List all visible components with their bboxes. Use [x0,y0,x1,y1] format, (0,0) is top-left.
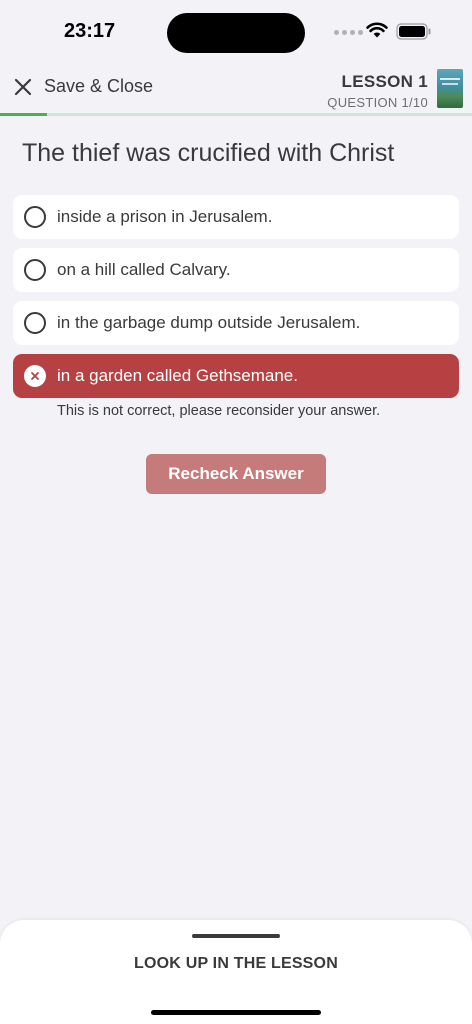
answer-options: inside a prison in Jerusalem. on a hill … [13,195,459,407]
answer-option-label: in the garbage dump outside Jerusalem. [57,313,361,332]
quiz-screen: 23:17 Save & Close LESSON 1 QUESTION 1/1… [0,0,472,1024]
save-and-close-button[interactable]: Save & Close [14,76,153,97]
quiz-header: Save & Close LESSON 1 QUESTION 1/10 [0,62,472,114]
quiz-progress-bar [0,113,472,116]
quiz-progress-fill [0,113,48,116]
lesson-title: LESSON 1 [341,72,428,91]
look-up-lesson-label: LOOK UP IN THE LESSON [134,955,338,972]
question-text: The thief was crucified with Christ [22,139,395,167]
status-bar: 23:17 [0,0,472,62]
home-indicator [151,1010,321,1015]
close-icon [14,78,32,95]
recheck-answer-button[interactable]: Recheck Answer [146,454,326,494]
lesson-info: LESSON 1 QUESTION 1/10 [327,72,428,110]
answer-option-incorrect[interactable]: in a garden called Gethsemane. [13,354,459,398]
radio-button[interactable] [24,206,46,228]
question-counter: QUESTION 1/10 [327,95,428,110]
save-and-close-label: Save & Close [44,76,154,96]
radio-button[interactable] [24,312,46,334]
answer-option-label: on a hill called Calvary. [57,260,231,279]
answer-option[interactable]: in the garbage dump outside Jerusalem. [13,301,459,345]
radio-button[interactable] [24,259,46,281]
incorrect-x-icon [24,365,46,387]
answer-option[interactable]: inside a prison in Jerusalem. [13,195,459,239]
lesson-cover-thumbnail [437,69,463,108]
dynamic-island [167,13,305,53]
status-time: 23:17 [64,20,116,42]
answer-option-label: in a garden called Gethsemane. [57,366,298,385]
answer-option[interactable]: on a hill called Calvary. [13,248,459,292]
feedback-message: This is not correct, please reconsider y… [57,403,381,419]
look-up-lesson-sheet[interactable]: LOOK UP IN THE LESSON [0,920,472,1024]
wifi-icon [366,22,388,38]
battery-icon [396,23,431,40]
cellular-signal-icon [334,30,363,35]
sheet-drag-handle[interactable] [192,934,280,938]
answer-option-label: inside a prison in Jerusalem. [57,207,273,226]
